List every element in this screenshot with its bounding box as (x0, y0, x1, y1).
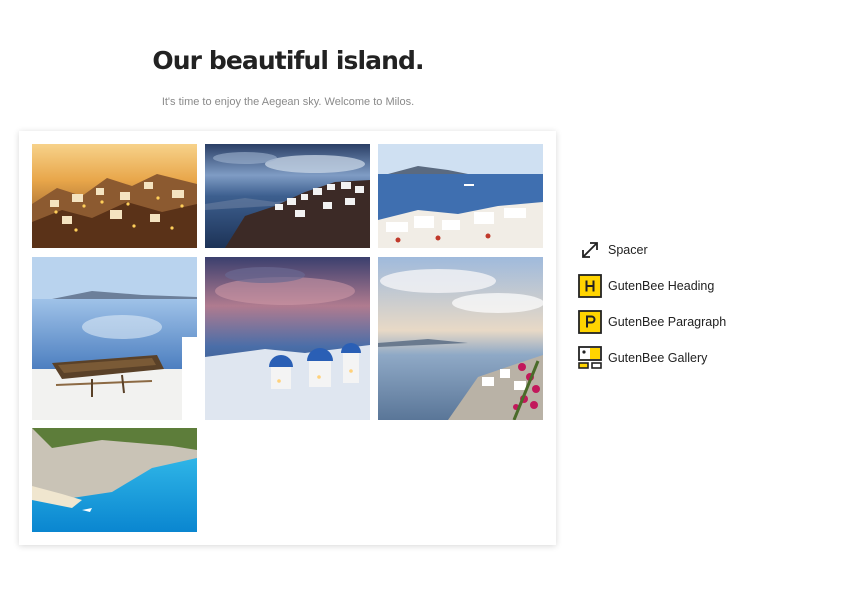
gallery-image-terraces-over-sea[interactable] (378, 144, 543, 248)
gallery-image-old-boat[interactable] (32, 257, 197, 420)
gallery-image-village-sunset[interactable] (32, 144, 197, 248)
cliffside-town-photo (205, 144, 370, 248)
gallery-image-coastline-flowers[interactable] (378, 257, 543, 420)
block-label-gutenbee-paragraph: GutenBee Paragraph (608, 315, 727, 329)
terraces-photo (378, 144, 543, 248)
old-boat-photo (32, 257, 197, 420)
turquoise-cove-photo (32, 428, 197, 532)
gallery-image-turquoise-cove[interactable] (32, 428, 197, 532)
block-label-gutenbee-heading: GutenBee Heading (608, 279, 715, 293)
blue-domes-photo (205, 257, 370, 420)
block-item-gutenbee-paragraph[interactable]: GutenBee Paragraph (578, 309, 778, 335)
gallery-block-icon (578, 346, 602, 369)
block-label-gutenbee-gallery: GutenBee Gallery (608, 351, 708, 365)
block-item-gutenbee-gallery[interactable]: GutenBee Gallery (578, 345, 778, 371)
heading-block-icon (578, 274, 602, 298)
coastline-flowers-photo (378, 257, 543, 420)
gallery-image-blue-domes[interactable] (205, 257, 370, 420)
gallery-image-cliffside-town[interactable] (205, 144, 370, 248)
village-sunset-photo (32, 144, 197, 248)
block-item-spacer[interactable]: Spacer (578, 237, 778, 263)
block-label-spacer: Spacer (608, 243, 648, 257)
block-item-gutenbee-heading[interactable]: GutenBee Heading (578, 273, 778, 299)
paragraph-block-icon (578, 310, 602, 334)
spacer-icon (582, 242, 598, 258)
image-gallery (19, 131, 556, 545)
page-subtitle: It's time to enjoy the Aegean sky. Welco… (161, 96, 415, 108)
page-heading: Our beautiful island. (152, 46, 424, 75)
